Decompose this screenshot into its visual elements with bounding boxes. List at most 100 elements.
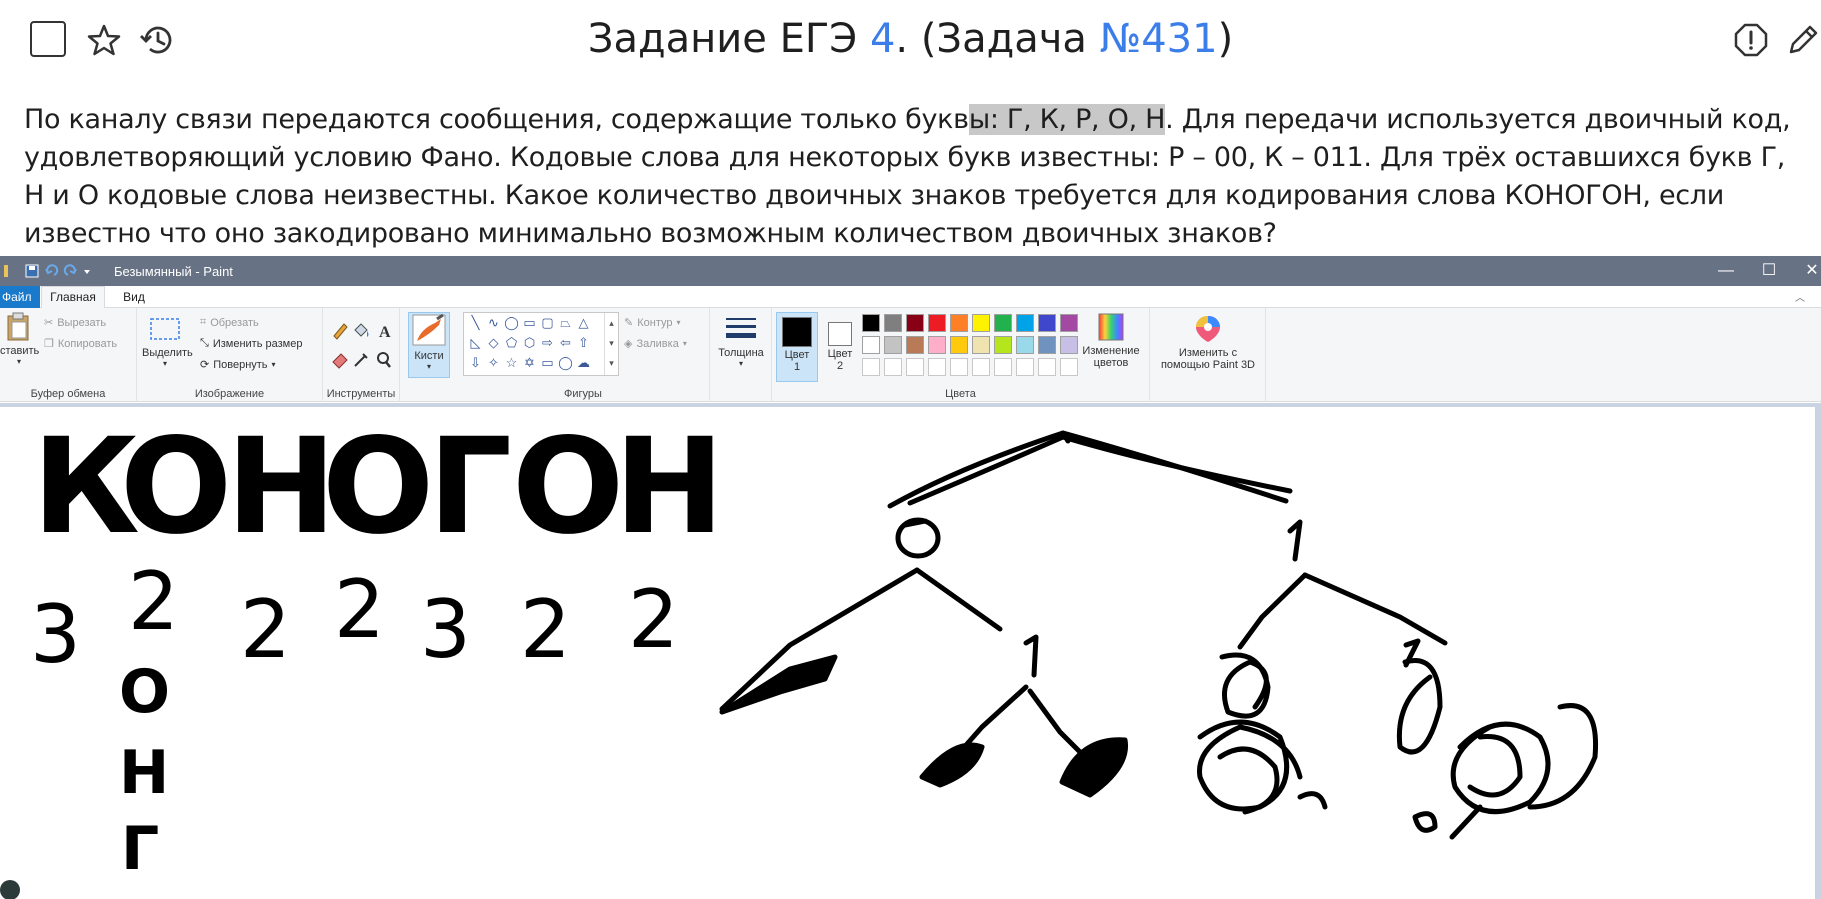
custom-color-slot[interactable] bbox=[950, 358, 968, 376]
custom-color-slot[interactable] bbox=[928, 358, 946, 376]
palette-swatch[interactable] bbox=[994, 314, 1012, 332]
brushes-button[interactable]: Кисти ▾ bbox=[408, 312, 450, 378]
tools-group-label: Инструменты bbox=[326, 388, 396, 400]
ribbon-tabs: Файл Главная Вид ︿ bbox=[0, 286, 1821, 309]
select-button[interactable]: Выделить ▾ bbox=[142, 316, 193, 368]
page-title: Задание ЕГЭ 4. (Задача №431) bbox=[0, 16, 1821, 62]
letter-o: О bbox=[119, 657, 170, 727]
outline-button[interactable]: ✎ Контур ▾ bbox=[624, 316, 681, 330]
rainbow-palette-icon bbox=[1098, 313, 1124, 341]
digit-label: 3 bbox=[420, 583, 471, 676]
word-letter: О bbox=[322, 410, 434, 564]
custom-color-slot[interactable] bbox=[994, 358, 1012, 376]
title-middle: . (Задача bbox=[895, 16, 1100, 62]
palette-swatch[interactable] bbox=[1016, 336, 1034, 354]
palette-swatch[interactable] bbox=[1060, 336, 1078, 354]
edit-colors-button[interactable]: Изменение цветов bbox=[1078, 312, 1144, 369]
color2-swatch bbox=[828, 322, 852, 346]
color1-button[interactable]: Цвет 1 bbox=[776, 312, 818, 382]
tab-file[interactable]: Файл bbox=[0, 286, 40, 308]
copy-icon: ❐ bbox=[44, 338, 54, 350]
tab-view[interactable]: Вид bbox=[116, 286, 152, 308]
crop-button[interactable]: ⌗ Обрезать bbox=[200, 316, 259, 329]
maximize-icon[interactable]: ☐ bbox=[1757, 260, 1781, 282]
pencil-tool-icon bbox=[333, 323, 348, 340]
color2-label: Цвет bbox=[827, 348, 853, 360]
palette-swatch[interactable] bbox=[906, 314, 924, 332]
paste-label: ставить bbox=[0, 345, 40, 357]
chevron-up-icon[interactable]: ︿ bbox=[1795, 289, 1805, 304]
rotate-button[interactable]: ⟳ Повернуть ▾ bbox=[200, 358, 276, 372]
rotate-label: Повернуть bbox=[213, 358, 268, 371]
palette-swatch[interactable] bbox=[972, 314, 990, 332]
size-button[interactable]: Толщина ▾ bbox=[715, 314, 767, 368]
palette-swatch[interactable] bbox=[950, 314, 968, 332]
edit-colors-label-1: Изменение bbox=[1082, 345, 1140, 357]
custom-color-slot[interactable] bbox=[1038, 358, 1056, 376]
color1-label: Цвет bbox=[784, 349, 810, 361]
palette-swatch[interactable] bbox=[950, 336, 968, 354]
word-letter: О bbox=[120, 410, 232, 564]
custom-color-slot[interactable] bbox=[884, 358, 902, 376]
brush-icon bbox=[412, 313, 446, 346]
custom-color-slot[interactable] bbox=[906, 358, 924, 376]
chevron-down-icon: ▾ bbox=[271, 360, 276, 369]
palette-swatch[interactable] bbox=[884, 336, 902, 354]
window-title: Безымянный - Paint bbox=[114, 264, 233, 279]
chevron-down-icon: ▾ bbox=[162, 359, 167, 368]
palette-swatch[interactable] bbox=[862, 314, 880, 332]
shapes-group-label: Фигуры bbox=[564, 388, 602, 400]
pencil-icon[interactable] bbox=[1783, 20, 1821, 60]
paste-button[interactable]: ставить ▾ bbox=[0, 312, 40, 366]
cut-button[interactable]: ✂ Вырезать bbox=[44, 316, 106, 330]
task-number-link[interactable]: 4 bbox=[870, 16, 895, 62]
palette-swatch[interactable] bbox=[1016, 314, 1034, 332]
remaining-letters: О Н Г bbox=[119, 657, 170, 884]
task-text-part1: По каналу связи передаются сообщения, со… bbox=[24, 104, 969, 135]
resize-button[interactable]: ⤡ Изменить размер bbox=[200, 337, 302, 350]
copy-button[interactable]: ❐ Копировать bbox=[44, 337, 117, 351]
custom-color-slot[interactable] bbox=[1060, 358, 1078, 376]
fill-button[interactable]: ◈ Заливка ▾ bbox=[624, 337, 687, 351]
color2-button[interactable]: Цвет 2 bbox=[822, 312, 858, 382]
palette-swatch[interactable] bbox=[928, 336, 946, 354]
drawing-canvas[interactable]: К О Н О Г О Н 3 2 2 2 3 2 2 О Н Г bbox=[0, 407, 1815, 899]
colors-group: Цвет 1 Цвет 2 Изменение цветов Цвета bbox=[772, 308, 1150, 402]
palette-swatch[interactable] bbox=[972, 336, 990, 354]
palette-swatch[interactable] bbox=[1060, 314, 1078, 332]
tab-home[interactable]: Главная bbox=[41, 286, 105, 309]
word-letter: Г bbox=[428, 410, 512, 564]
accessibility-badge[interactable] bbox=[0, 880, 20, 899]
minimize-icon[interactable]: — bbox=[1714, 260, 1738, 282]
palette-swatch[interactable] bbox=[884, 314, 902, 332]
close-icon[interactable]: ✕ bbox=[1800, 260, 1821, 282]
report-icon[interactable] bbox=[1731, 20, 1771, 60]
select-rect-icon bbox=[150, 318, 180, 340]
chevron-down-icon: ▾ bbox=[426, 362, 431, 371]
binary-tree bbox=[719, 430, 1599, 840]
ribbon: ставить ▾ ✂ Вырезать ❐ Копировать Буфер об… bbox=[0, 308, 1821, 402]
custom-color-slot[interactable] bbox=[972, 358, 990, 376]
quick-access-toolbar[interactable] bbox=[4, 263, 90, 279]
paint3d-button[interactable]: Изменить с помощью Paint 3D bbox=[1156, 314, 1260, 371]
palette-swatch[interactable] bbox=[862, 336, 880, 354]
resize-label: Изменить размер bbox=[212, 337, 303, 350]
custom-color-slot[interactable] bbox=[862, 358, 880, 376]
word-letter: Н bbox=[614, 410, 724, 564]
paint3d-label-1: Изменить с bbox=[1178, 347, 1238, 359]
palette-swatch[interactable] bbox=[1038, 336, 1056, 354]
problem-id-link[interactable]: №431 bbox=[1100, 16, 1218, 62]
svg-text:A: A bbox=[379, 324, 391, 341]
color2-number: 2 bbox=[836, 360, 844, 372]
paint3d-label-2: помощью Paint 3D bbox=[1160, 359, 1256, 371]
tools-palette[interactable]: A bbox=[329, 318, 395, 378]
custom-color-slot[interactable] bbox=[1016, 358, 1034, 376]
color1-swatch bbox=[782, 317, 812, 347]
palette-swatch[interactable] bbox=[994, 336, 1012, 354]
palette-swatch[interactable] bbox=[1038, 314, 1056, 332]
palette-swatch[interactable] bbox=[906, 336, 924, 354]
crop-label: Обрезать bbox=[210, 316, 259, 329]
shapes-gallery[interactable]: ╲ ∿ ◯ ▭ ▢ ⏢ △ ◺ ◇ ⬠ ⬡ ⇨ ⇦ ⇧ ⇩ ✧ ☆ ✡ ▭ ◯ bbox=[463, 312, 619, 376]
palette-swatch[interactable] bbox=[928, 314, 946, 332]
magnifier-icon bbox=[377, 352, 391, 368]
